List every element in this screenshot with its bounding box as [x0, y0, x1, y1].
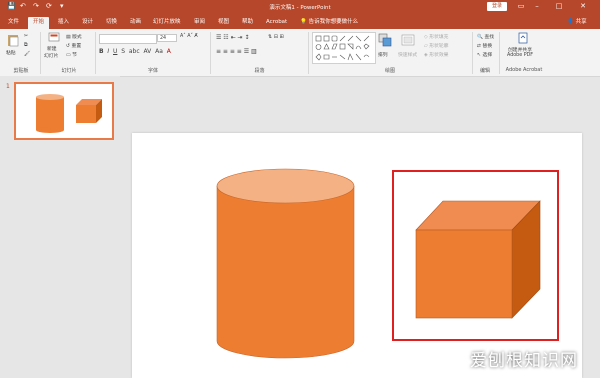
font-size-input[interactable]: 24: [157, 34, 177, 42]
arrange-icon[interactable]: [378, 33, 392, 47]
close-icon[interactable]: ✕: [576, 1, 590, 12]
minimize-icon[interactable]: –: [530, 1, 544, 12]
divider: [210, 32, 211, 74]
shape-outline-button[interactable]: ▱ 形状轮廓: [424, 42, 448, 49]
divider: [472, 32, 473, 74]
slide-thumbnail[interactable]: [14, 82, 114, 140]
new-slide-label-2[interactable]: 幻灯片: [44, 52, 58, 59]
replace-button[interactable]: ⇄ 替换: [477, 42, 492, 49]
reset-button[interactable]: ↺ 重置: [66, 42, 81, 49]
tell-me-box[interactable]: 💡 告诉我你想要做什么: [300, 17, 358, 25]
create-pdf-label[interactable]: 创建并共享: [508, 46, 532, 53]
layout-button[interactable]: ▤ 版式: [66, 33, 82, 40]
tab-design[interactable]: 设计: [82, 17, 93, 29]
slides-group-label: 幻灯片: [61, 68, 77, 74]
create-pdf-icon[interactable]: [517, 32, 529, 44]
window-title: 演示文稿1 - PowerPoint: [269, 5, 331, 11]
paste-icon[interactable]: [6, 33, 20, 47]
ribbon-display-icon[interactable]: ▭: [514, 1, 528, 12]
tab-transitions[interactable]: 切换: [106, 17, 117, 29]
acrobat-group-label: Adobe Acrobat: [505, 67, 543, 73]
divider: [308, 32, 309, 74]
ribbon-tabs: 文件 开始 插入 设计 切换 动画 幻灯片放映 审阅 视图 帮助 Acrobat…: [0, 14, 600, 29]
quick-styles-label[interactable]: 快速样式: [398, 51, 417, 58]
font-grow-shrink-icons[interactable]: A˄ A˅ A̸: [180, 34, 198, 39]
format-painter-icon[interactable]: 🖌: [24, 51, 30, 57]
shape-fill-button[interactable]: ◇ 形状填充: [424, 33, 448, 40]
copy-icon[interactable]: ⧉: [24, 42, 27, 48]
quick-styles-icon[interactable]: [401, 33, 415, 47]
list-buttons[interactable]: ☰ ☷ ⇤ ⇥ ↕: [216, 34, 249, 41]
tell-me-text: 告诉我你想要做什么: [308, 19, 359, 25]
title-bar: 💾 ↶ ↷ ⟳ ▾ 演示文稿1 - PowerPoint 登录 ▭ – □ ✕: [0, 0, 600, 14]
new-slide-label[interactable]: 新建: [47, 45, 57, 52]
tab-acrobat[interactable]: Acrobat: [266, 17, 287, 29]
tab-home[interactable]: 开始: [28, 17, 50, 29]
slide-number: 1: [6, 83, 10, 90]
divider: [40, 32, 41, 74]
tab-file[interactable]: 文件: [8, 17, 19, 29]
tab-insert[interactable]: 插入: [58, 17, 69, 29]
maximize-icon[interactable]: □: [552, 1, 566, 12]
create-pdf-label-2[interactable]: Adobe PDF: [507, 53, 533, 58]
person-icon: 👤: [567, 19, 574, 25]
slide-shapes: [216, 168, 559, 359]
watermark: 爱刨根知识网: [470, 351, 578, 371]
tab-slideshow[interactable]: 幻灯片放映: [153, 17, 181, 29]
drawing-group-label: 绘图: [384, 68, 395, 74]
new-slide-icon[interactable]: [48, 32, 60, 43]
cut-icon[interactable]: ✂: [24, 33, 28, 39]
editing-group-label: 编辑: [479, 68, 490, 74]
tab-animations[interactable]: 动画: [130, 17, 141, 29]
section-button[interactable]: ▭ 节: [66, 51, 77, 58]
clipboard-group-label: 剪贴板: [13, 68, 29, 74]
cube-shape[interactable]: [415, 200, 541, 319]
align-buttons[interactable]: ≡ ≡ ≡ ≡ ☰ ▥: [216, 48, 257, 55]
tab-review[interactable]: 审阅: [194, 17, 205, 29]
ribbon: 粘贴 ✂ ⧉ 🖌 剪贴板 新建 幻灯片 ▤ 版式 ↺ 重置 ▭ 节 幻灯片 24…: [0, 29, 600, 77]
arrange-label[interactable]: 排列: [378, 51, 388, 58]
divider: [499, 32, 500, 74]
font-group-label: 字体: [147, 68, 158, 74]
shape-effects-button[interactable]: ◈ 形状效果: [424, 51, 448, 58]
tab-help[interactable]: 帮助: [242, 17, 253, 29]
shapes-gallery[interactable]: [312, 32, 376, 64]
paragraph-group-label: 段落: [254, 68, 265, 74]
paste-label[interactable]: 粘贴: [6, 49, 16, 56]
select-button[interactable]: ↖ 选择: [477, 51, 492, 58]
find-button[interactable]: 🔍 查找: [477, 33, 494, 40]
share-button[interactable]: 👤 共享: [567, 17, 587, 25]
font-name-input[interactable]: [99, 34, 157, 44]
text-direction-buttons[interactable]: ⇅ ⊟ ⊞: [268, 34, 284, 40]
divider: [95, 32, 96, 74]
slide-canvas[interactable]: [132, 133, 582, 378]
login-button[interactable]: 登录: [487, 2, 507, 11]
share-label: 共享: [575, 19, 587, 25]
font-format-buttons[interactable]: B I U S abc AV Aa A: [99, 48, 171, 55]
lightbulb-icon: 💡: [300, 19, 307, 25]
tab-view[interactable]: 视图: [218, 17, 229, 29]
cylinder-shape[interactable]: [216, 168, 355, 359]
